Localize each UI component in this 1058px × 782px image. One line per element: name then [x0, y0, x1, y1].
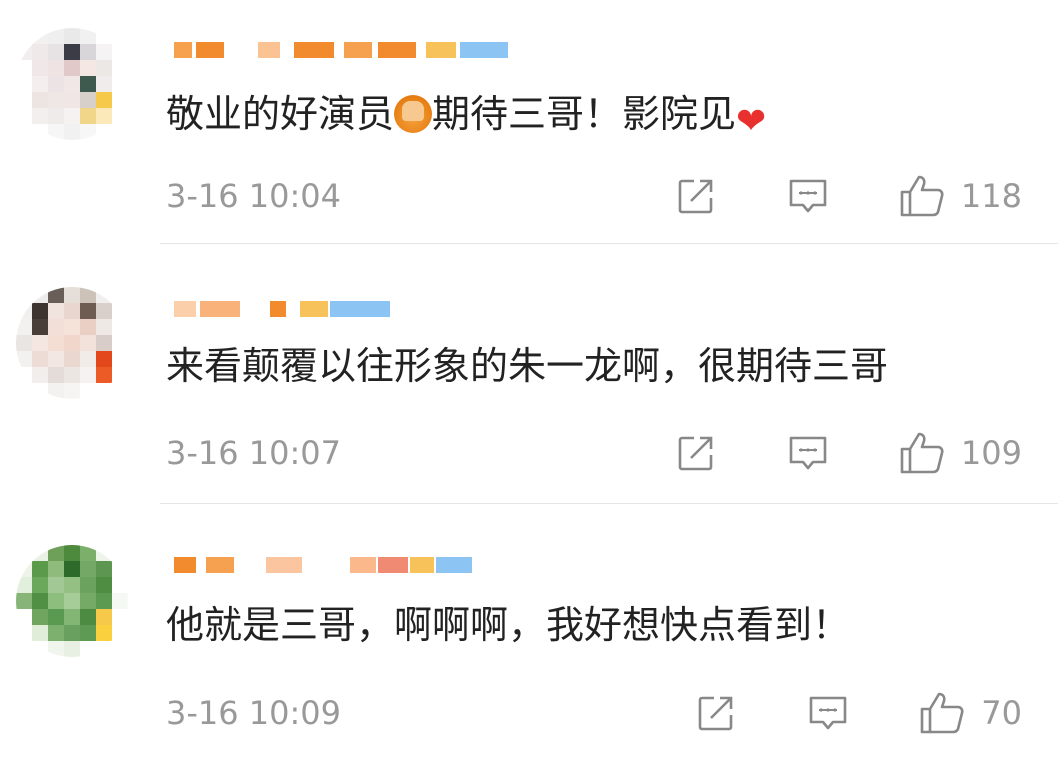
username[interactable] [174, 30, 508, 70]
share-icon [678, 436, 713, 471]
comment-icon [809, 696, 847, 730]
comment-item: 他就是三哥，啊啊啊，我好想快点看到！ 3-16 10:09 70 [0, 527, 1058, 782]
username[interactable] [174, 545, 472, 585]
timestamp: 3-16 10:07 [166, 434, 342, 472]
thumbs-up-icon [900, 175, 944, 217]
comment-item: 来看颠覆以往形象的朱一龙啊，很期待三哥 3-16 10:07 109 [0, 267, 1058, 522]
comment-text: 敬业的好演员 期待三哥！影院见❤ [166, 90, 774, 141]
reply-button[interactable] [787, 176, 829, 216]
reply-button[interactable] [787, 433, 829, 473]
like-count: 109 [960, 434, 1022, 472]
divider [160, 503, 1058, 504]
comment-item: 敬业的好演员 期待三哥！影院见❤ 3-16 10:04 118 [0, 10, 1058, 265]
like-button[interactable]: 118 [899, 174, 1022, 218]
comment-actions: 109 [675, 431, 1022, 475]
share-button[interactable] [695, 693, 737, 733]
share-icon [678, 179, 713, 214]
divider [160, 243, 1058, 244]
comment-footer: 3-16 10:07 109 [166, 431, 1022, 475]
timestamp: 3-16 10:04 [166, 177, 342, 215]
thumbs-up-icon [920, 692, 964, 734]
comment-text: 来看颠覆以往形象的朱一龙啊，很期待三哥 [166, 344, 889, 388]
comment-actions: 70 [695, 691, 1022, 735]
comment-text-part: 敬业的好演员 [166, 92, 395, 136]
avatar[interactable] [16, 545, 128, 657]
thumbs-up-icon [900, 432, 944, 474]
timestamp: 3-16 10:09 [166, 694, 342, 732]
like-count: 70 [981, 694, 1022, 732]
share-button[interactable] [675, 176, 717, 216]
like-button[interactable]: 109 [899, 431, 1022, 475]
clapping-hands-emoji-icon [394, 95, 433, 133]
comment-text-part: 期待三哥！影院见 [432, 92, 737, 136]
like-count: 118 [960, 177, 1022, 215]
share-icon [698, 696, 733, 731]
comment-footer: 3-16 10:09 70 [166, 691, 1022, 735]
comment-actions: 118 [675, 174, 1022, 218]
heart-emoji-icon: ❤ [736, 101, 767, 142]
share-button[interactable] [675, 433, 717, 473]
reply-button[interactable] [807, 693, 849, 733]
avatar[interactable] [16, 28, 128, 140]
comment-footer: 3-16 10:04 118 [166, 174, 1022, 218]
like-button[interactable]: 70 [919, 691, 1022, 735]
comment-icon [789, 436, 827, 470]
comment-icon [789, 179, 827, 213]
comment-text: 他就是三哥，啊啊啊，我好想快点看到！ [166, 603, 851, 647]
avatar[interactable] [16, 287, 128, 399]
username[interactable] [174, 289, 390, 329]
